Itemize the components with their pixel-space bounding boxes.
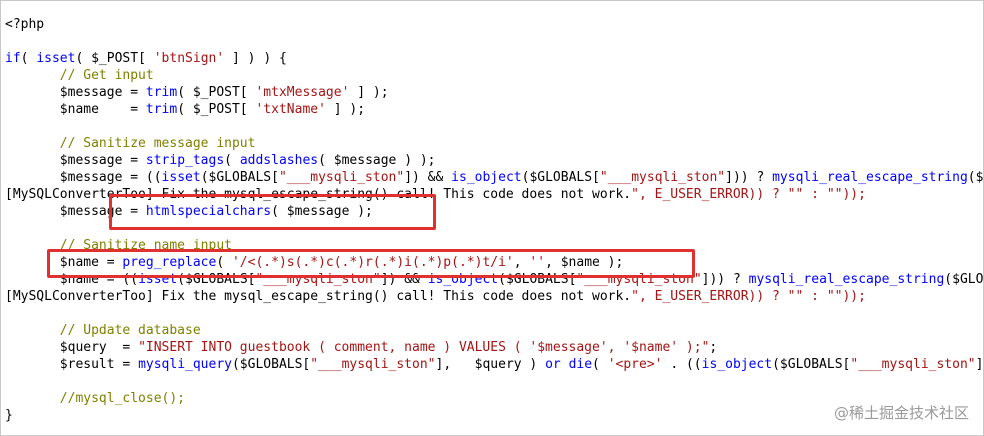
highlight-box-htmlspecialchars — [109, 194, 436, 230]
code-line: $message = strip_tags( addslashes( $mess… — [5, 153, 436, 168]
code-line: // Sanitize message input — [5, 136, 256, 151]
highlight-box-preg-replace — [47, 249, 695, 278]
code-line: $message = ((isset($GLOBALS["___mysqli_s… — [5, 170, 984, 185]
watermark: @稀土掘金技术社区 — [834, 402, 969, 423]
code-line: $message = trim( $_POST[ 'mtxMessage' ] … — [5, 85, 389, 100]
code-line: // Update database — [5, 323, 201, 338]
code-editor-window: <?php if( isset( $_POST[ 'btnSign' ] ) )… — [0, 0, 984, 436]
code-line: // Get input — [5, 68, 154, 83]
code-line: $name = trim( $_POST[ 'txtName' ] ); — [5, 102, 366, 117]
code-line: [MySQLConverterToo] Fix the mysql_escape… — [5, 289, 866, 304]
watermark-text: @稀土掘金技术社区 — [833, 404, 969, 422]
code-line: $query = "INSERT INTO guestbook ( commen… — [5, 340, 718, 355]
code-line: if( isset( $_POST[ 'btnSign' ] ) ) { — [5, 51, 287, 66]
code-line: $result = mysqli_query($GLOBALS["___mysq… — [5, 357, 984, 372]
code-line: <?php — [5, 17, 45, 32]
